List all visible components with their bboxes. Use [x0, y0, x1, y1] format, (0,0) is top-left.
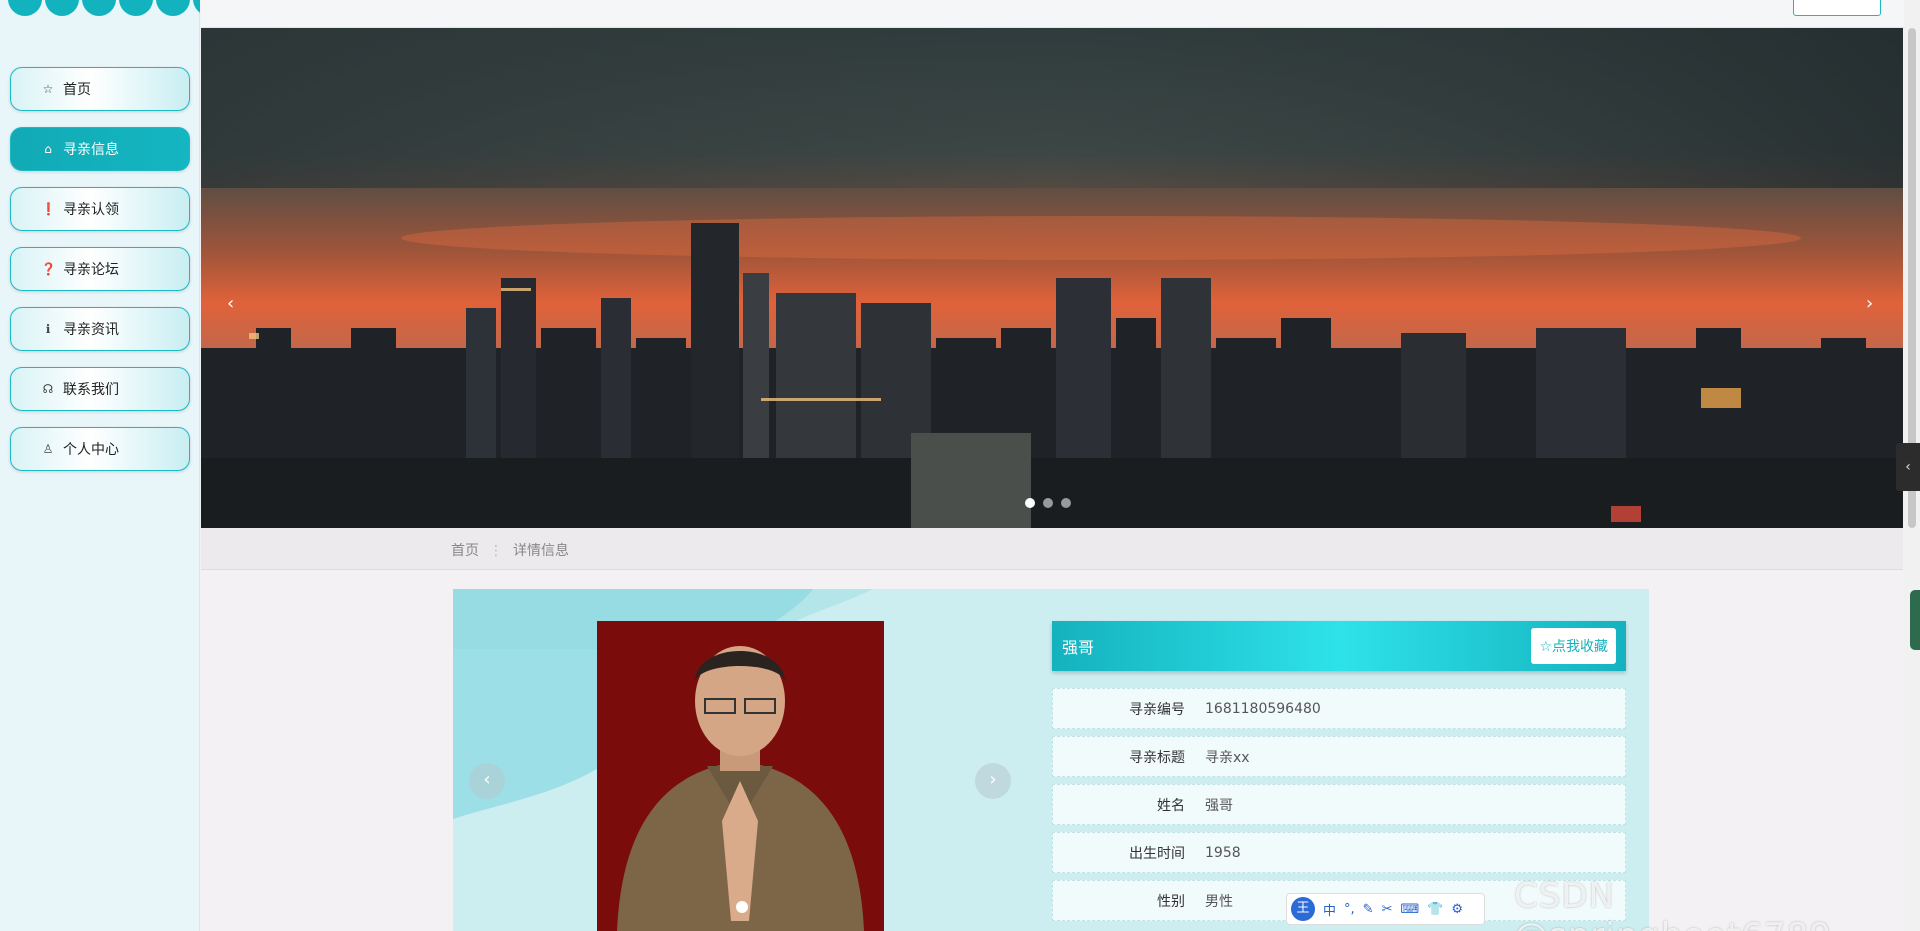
banner-carousel: ‹ ›: [201, 28, 1903, 528]
breadcrumb-current: 详情信息: [513, 543, 569, 559]
watermark: CSDN @springboot6789: [1514, 876, 1831, 931]
favorite-button[interactable]: ☆点我收藏: [1531, 628, 1616, 664]
sidebar-item-label: 寻亲论坛: [63, 262, 119, 278]
field-label: 姓名: [1157, 797, 1185, 814]
headset-icon: ☊: [42, 382, 54, 396]
field-row: 出生时间 1958: [1052, 832, 1626, 873]
question-icon: ❓: [41, 262, 56, 276]
city-skyline-image: [201, 28, 1903, 528]
field-label: 寻亲编号: [1129, 701, 1185, 718]
sidebar-item-contact[interactable]: ☊ 联系我们: [10, 367, 190, 411]
sidebar-item-label: 首页: [63, 82, 91, 98]
field-label: 出生时间: [1129, 845, 1185, 862]
sidebar-item-label: 寻亲认领: [63, 202, 119, 218]
person-name: 强哥: [1062, 638, 1095, 657]
sidebar-item-profile[interactable]: ♙ 个人中心: [10, 427, 190, 471]
field-value: 寻亲xx: [1205, 749, 1250, 766]
breadcrumb-home[interactable]: 首页: [451, 543, 479, 559]
sidebar-item-home[interactable]: ☆ 首页: [10, 67, 190, 111]
sidebar-item-news[interactable]: ℹ 寻亲资讯: [10, 307, 190, 351]
ime-keyboard-icon[interactable]: ⌨: [1400, 902, 1419, 917]
field-value: 1958: [1205, 844, 1241, 861]
logout-button[interactable]: [1793, 0, 1881, 16]
field-value: 强哥: [1205, 797, 1233, 814]
sidebar-item-forum[interactable]: ❓ 寻亲论坛: [10, 247, 190, 291]
detail-title-bar: 强哥 ☆点我收藏: [1052, 621, 1626, 671]
breadcrumb-bar: 首页 ⋮ 详情信息: [201, 528, 1903, 570]
banner-dot[interactable]: [1025, 498, 1035, 508]
ime-mode[interactable]: 中: [1323, 900, 1336, 919]
banner-next-arrow[interactable]: ›: [1866, 293, 1873, 314]
ime-punct-icon[interactable]: °,: [1344, 902, 1355, 917]
portrait-image: [597, 621, 884, 931]
info-icon: ℹ: [45, 322, 51, 336]
photo-prev-arrow[interactable]: ‹: [469, 763, 505, 799]
user-icon: ♙: [42, 442, 54, 456]
ime-logo-icon[interactable]: 王: [1291, 897, 1315, 921]
field-label: 寻亲标题: [1129, 749, 1185, 766]
field-row: 姓名 强哥: [1052, 784, 1626, 825]
bag-icon: ⌂: [44, 142, 52, 156]
sidebar-item-label: 联系我们: [63, 382, 119, 398]
sidebar-item-label: 寻亲信息: [63, 142, 119, 158]
ime-scissors-icon[interactable]: ✂: [1382, 902, 1393, 917]
person-photo: [597, 621, 884, 931]
field-value: 1681180596480: [1205, 700, 1321, 717]
sidebar-item-label: 个人中心: [63, 442, 119, 458]
ime-skin-icon[interactable]: 👕: [1427, 902, 1443, 917]
alert-icon: ❗: [41, 202, 56, 216]
photo-next-arrow[interactable]: ›: [975, 763, 1011, 799]
field-label: 性别: [1157, 893, 1185, 910]
star-icon: ☆: [42, 82, 54, 96]
field-row: 寻亲标题 寻亲xx: [1052, 736, 1626, 777]
decorative-circles: [0, 0, 200, 22]
banner-dot[interactable]: [1043, 498, 1053, 508]
sidebar-item-claim[interactable]: ❗ 寻亲认领: [10, 187, 190, 231]
breadcrumb: 首页 ⋮ 详情信息: [451, 540, 569, 560]
field-value: 男性: [1205, 893, 1233, 910]
sidebar: ☆ 首页 ⌂ 寻亲信息 ❗ 寻亲认领 ❓ 寻亲论坛 ℹ 寻亲资讯 ☊ 联系我们 …: [0, 0, 200, 931]
banner-indicators: [1025, 498, 1071, 508]
ime-settings-icon[interactable]: ⚙: [1451, 902, 1463, 917]
sidebar-item-label: 寻亲资讯: [63, 322, 119, 338]
sidebar-item-search-info[interactable]: ⌂ 寻亲信息: [10, 127, 190, 171]
side-widget-tab[interactable]: [1910, 590, 1920, 650]
field-row: 寻亲编号 1681180596480: [1052, 688, 1626, 729]
photo-indicator-dot[interactable]: [736, 901, 748, 913]
top-header: [201, 0, 1904, 28]
ime-toolbar[interactable]: 王 中 °, ✎ ✂ ⌨ 👕 ⚙: [1286, 893, 1485, 925]
detail-panel: ‹ › 强哥 ☆点我收藏 寻亲编号 1681180596480 寻亲标题 寻亲x…: [453, 589, 1649, 931]
ime-pen-icon[interactable]: ✎: [1363, 902, 1374, 917]
collapse-side-tab[interactable]: ‹: [1896, 443, 1920, 491]
banner-prev-arrow[interactable]: ‹: [227, 293, 234, 314]
sidebar-nav: ☆ 首页 ⌂ 寻亲信息 ❗ 寻亲认领 ❓ 寻亲论坛 ℹ 寻亲资讯 ☊ 联系我们 …: [10, 67, 190, 487]
breadcrumb-separator: ⋮: [489, 543, 503, 559]
banner-dot[interactable]: [1061, 498, 1071, 508]
